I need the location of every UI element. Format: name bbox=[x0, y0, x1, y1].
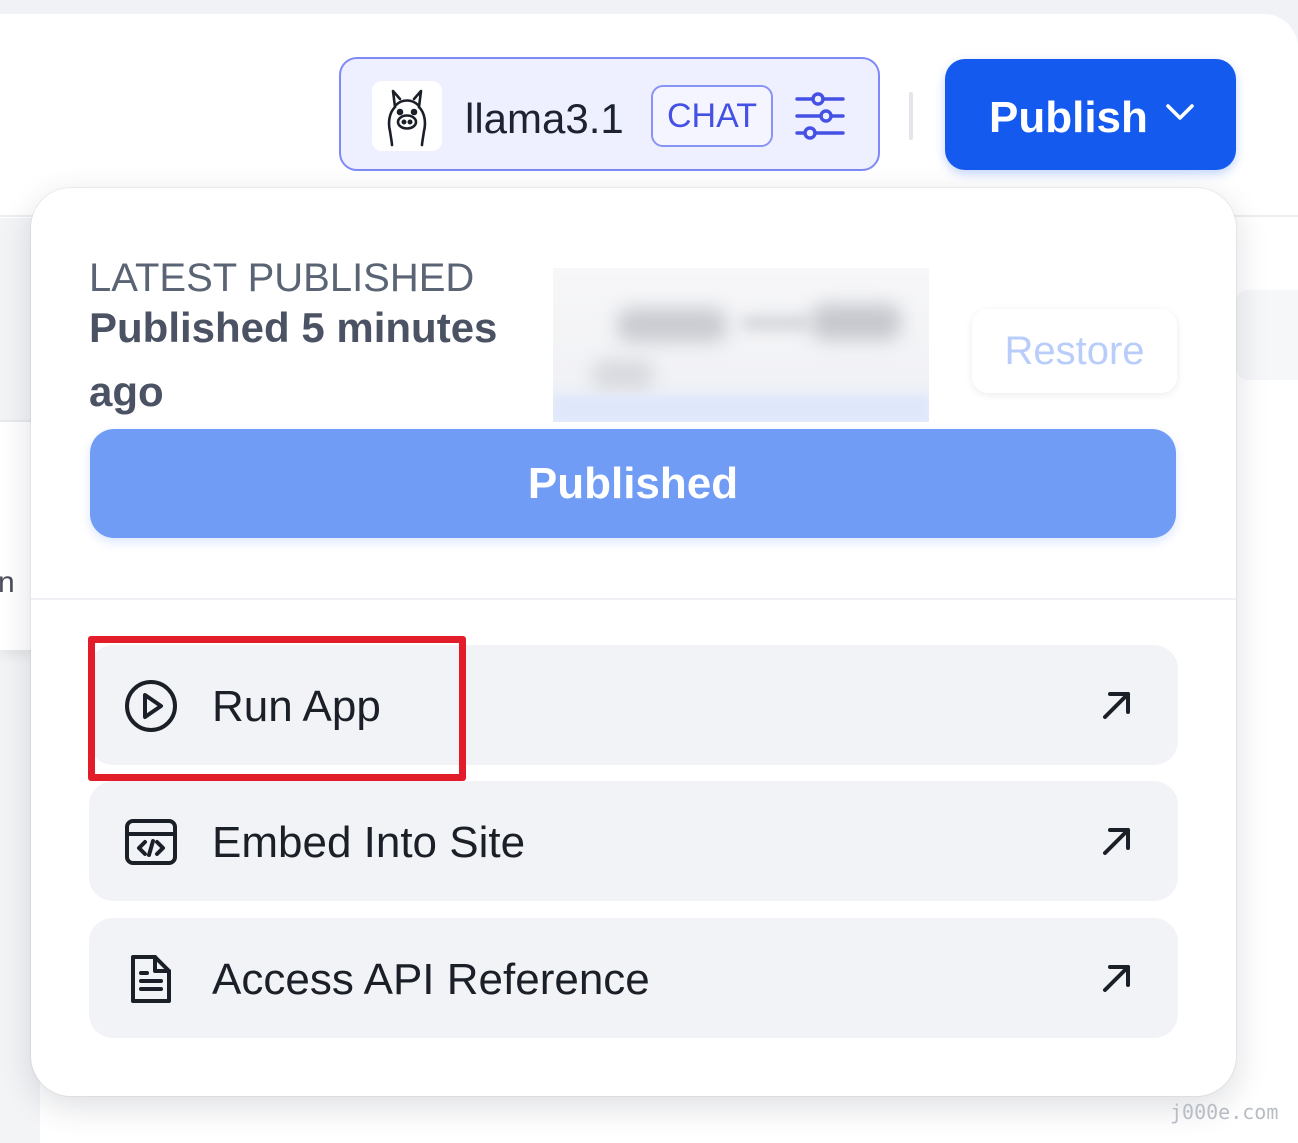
restore-button[interactable]: Restore bbox=[972, 309, 1177, 393]
latest-published-label: LATEST PUBLISHED bbox=[89, 256, 475, 300]
highlight-annotation bbox=[88, 636, 466, 781]
model-selector[interactable]: llama3.1 CHAT bbox=[339, 57, 880, 171]
document-icon bbox=[123, 951, 179, 1012]
publish-button-label: Publish bbox=[989, 93, 1148, 142]
embed-into-site-menu-item[interactable]: Embed Into Site bbox=[89, 781, 1178, 901]
arrow-up-right-icon bbox=[1099, 823, 1135, 864]
access-api-reference-menu-item[interactable]: Access API Reference bbox=[89, 918, 1178, 1038]
arrow-up-right-icon bbox=[1099, 687, 1135, 728]
access-api-reference-label: Access API Reference bbox=[212, 955, 650, 1004]
mode-badge: CHAT bbox=[651, 85, 773, 147]
arrow-up-right-icon bbox=[1099, 960, 1135, 1001]
model-name: llama3.1 bbox=[465, 95, 624, 142]
blurred-region bbox=[553, 268, 929, 422]
section-divider bbox=[31, 598, 1236, 600]
embed-into-site-label: Embed Into Site bbox=[212, 818, 526, 867]
header-vertical-divider bbox=[909, 92, 913, 140]
embed-code-icon bbox=[123, 814, 179, 875]
background-partial-text: n bbox=[0, 566, 15, 599]
chevron-down-icon bbox=[1164, 101, 1196, 128]
sliders-icon[interactable] bbox=[793, 89, 847, 148]
background-right-card bbox=[1236, 290, 1298, 380]
published-button[interactable]: Published bbox=[90, 429, 1176, 538]
llama-icon bbox=[372, 81, 442, 151]
watermark: j000e.com bbox=[1170, 1100, 1279, 1124]
publish-button[interactable]: Publish bbox=[945, 59, 1236, 170]
screen: n llama3.1 CHAT Publish LATEST PUBLISHED… bbox=[0, 0, 1298, 1143]
published-time: Published 5 minutes ago bbox=[89, 304, 498, 415]
